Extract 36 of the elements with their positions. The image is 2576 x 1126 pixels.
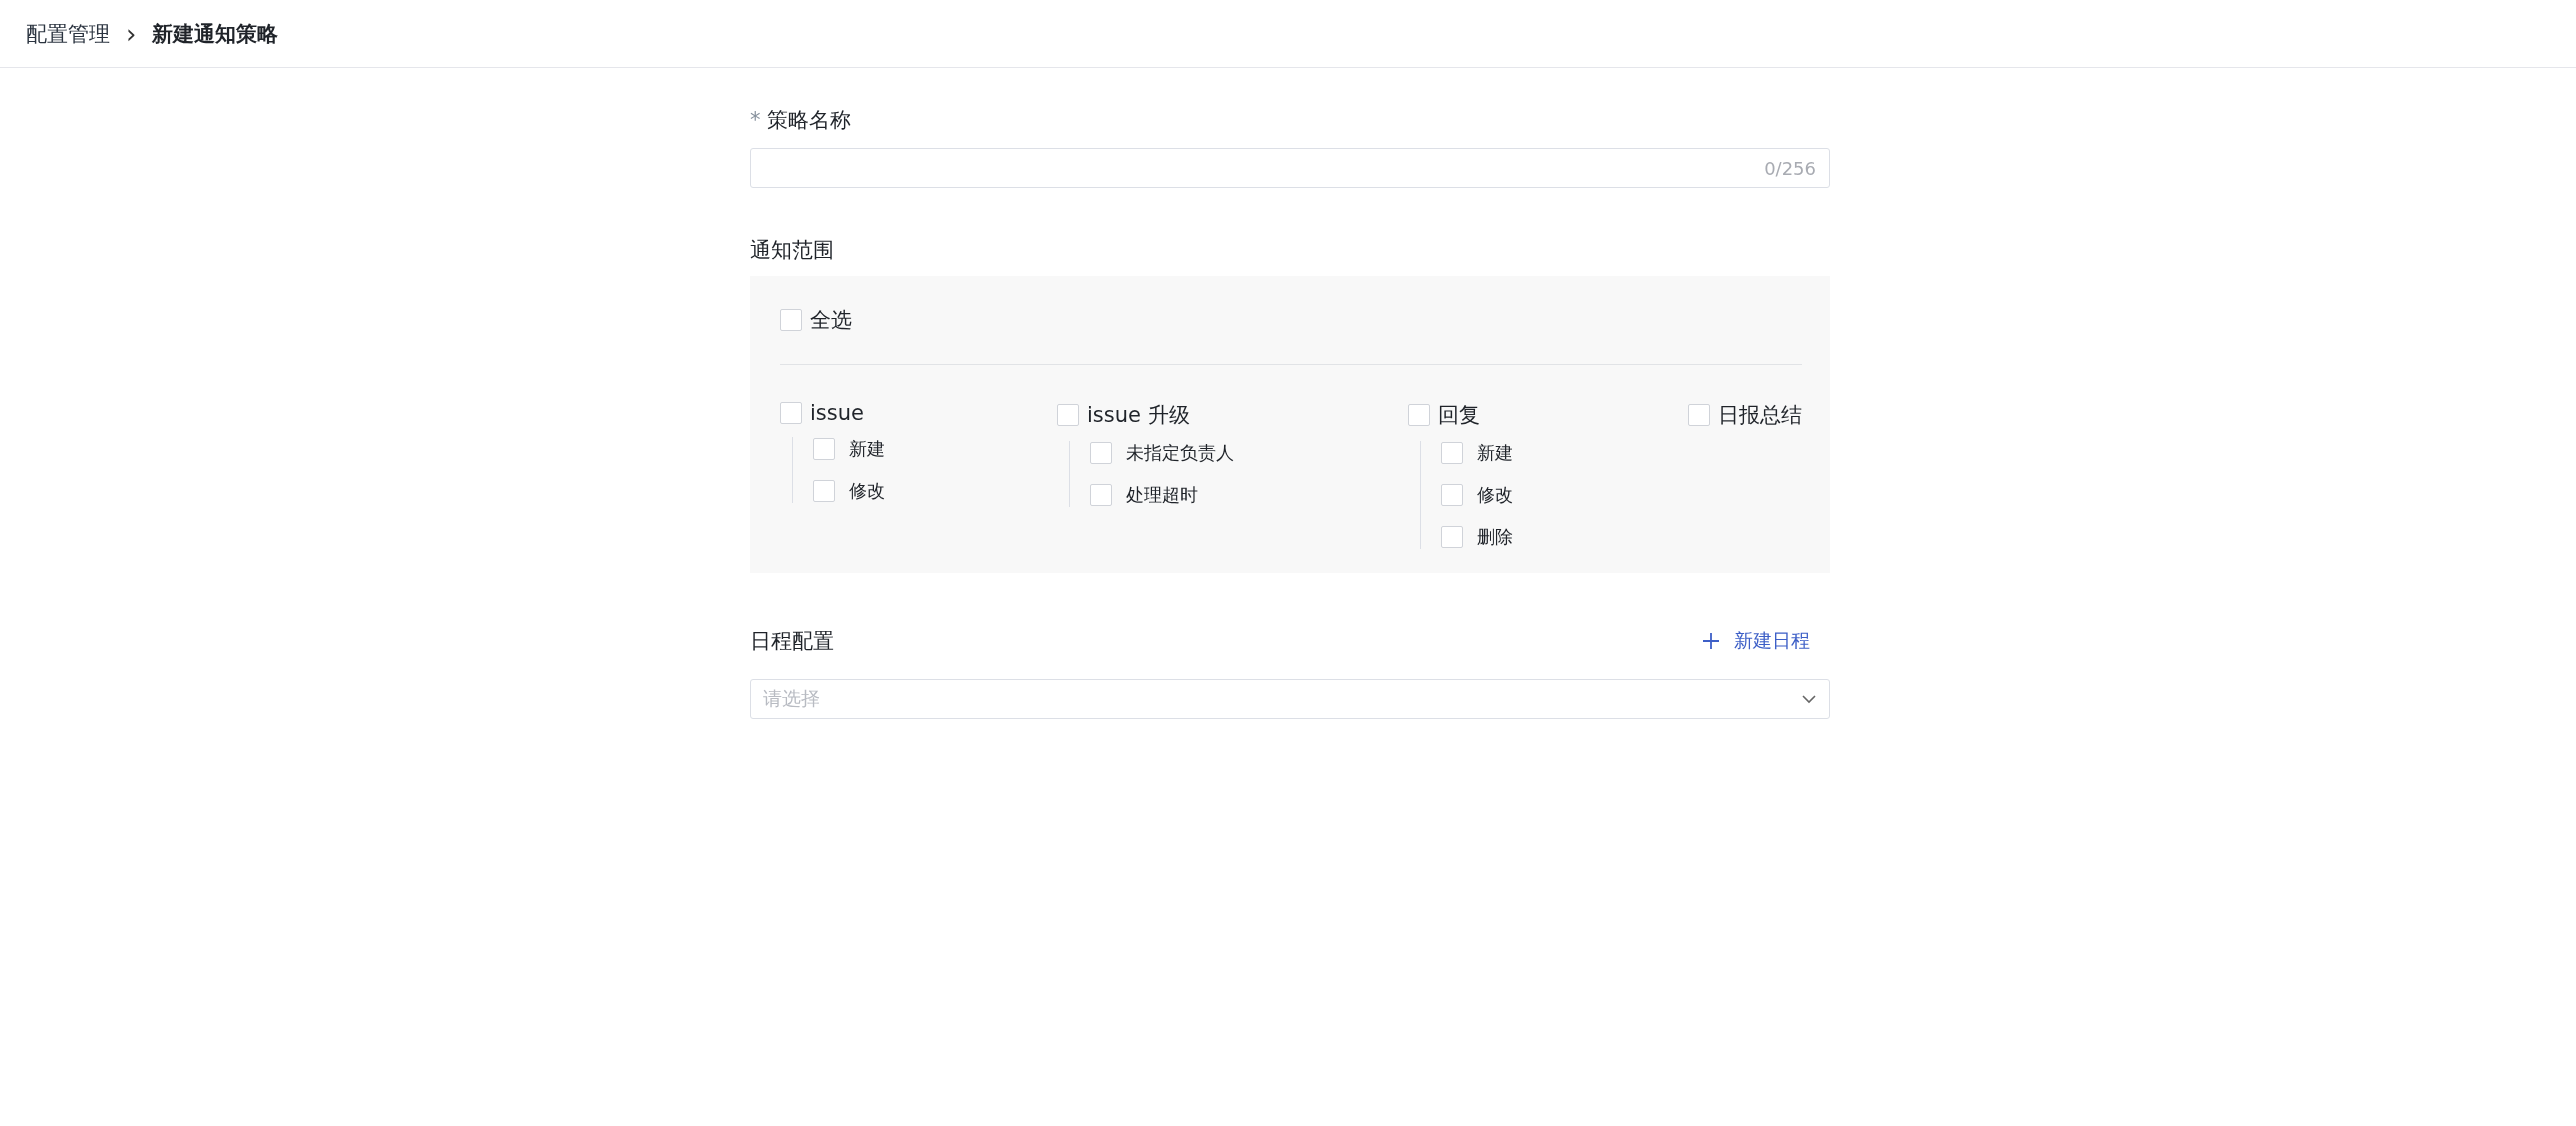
checkbox-label[interactable]: 日报总结 xyxy=(1718,401,1802,429)
checkbox-label[interactable]: 修改 xyxy=(1477,483,1513,507)
checkbox-label[interactable]: 修改 xyxy=(849,479,885,503)
checkbox[interactable] xyxy=(1090,484,1112,506)
breadcrumb-current: 新建通知策略 xyxy=(152,20,279,48)
select-placeholder: 请选择 xyxy=(763,686,820,711)
breadcrumb-separator: › xyxy=(126,20,137,47)
checkbox[interactable] xyxy=(1441,526,1463,548)
checkbox[interactable] xyxy=(1090,442,1112,464)
checkbox-label[interactable]: 全选 xyxy=(810,306,852,334)
checkbox[interactable] xyxy=(780,402,802,424)
character-counter: 0/256 xyxy=(1764,157,1816,179)
checkbox[interactable] xyxy=(1441,484,1463,506)
checkbox-label[interactable]: issue xyxy=(810,401,864,425)
checkbox-label[interactable]: 处理超时 xyxy=(1126,483,1198,507)
checkbox-label[interactable]: 未指定负责人 xyxy=(1126,441,1234,465)
checkbox[interactable] xyxy=(1408,404,1430,426)
field-label: 策略名称 xyxy=(766,107,851,134)
required-mark: * xyxy=(750,108,761,132)
add-schedule-button[interactable]: 新建日程 xyxy=(1702,628,1830,654)
section-label: 日程配置 xyxy=(750,628,834,655)
checkbox[interactable] xyxy=(1441,442,1463,464)
checkbox[interactable] xyxy=(813,480,835,502)
checkbox-label[interactable]: 新建 xyxy=(849,437,885,461)
checkbox[interactable] xyxy=(1057,404,1079,426)
plus-icon xyxy=(1702,632,1720,650)
checkbox[interactable] xyxy=(1688,404,1710,426)
checkbox[interactable] xyxy=(780,309,802,331)
checkbox-label[interactable]: 删除 xyxy=(1477,525,1513,549)
breadcrumb-link[interactable]: 配置管理 xyxy=(26,19,110,48)
checkbox[interactable] xyxy=(813,438,835,460)
checkbox-label[interactable]: issue 升级 xyxy=(1087,401,1190,429)
checkbox-label[interactable]: 新建 xyxy=(1477,441,1513,465)
section-label: 通知范围 xyxy=(750,237,834,264)
chevron-down-icon xyxy=(1801,694,1817,704)
checkbox-label[interactable]: 回复 xyxy=(1438,401,1480,429)
